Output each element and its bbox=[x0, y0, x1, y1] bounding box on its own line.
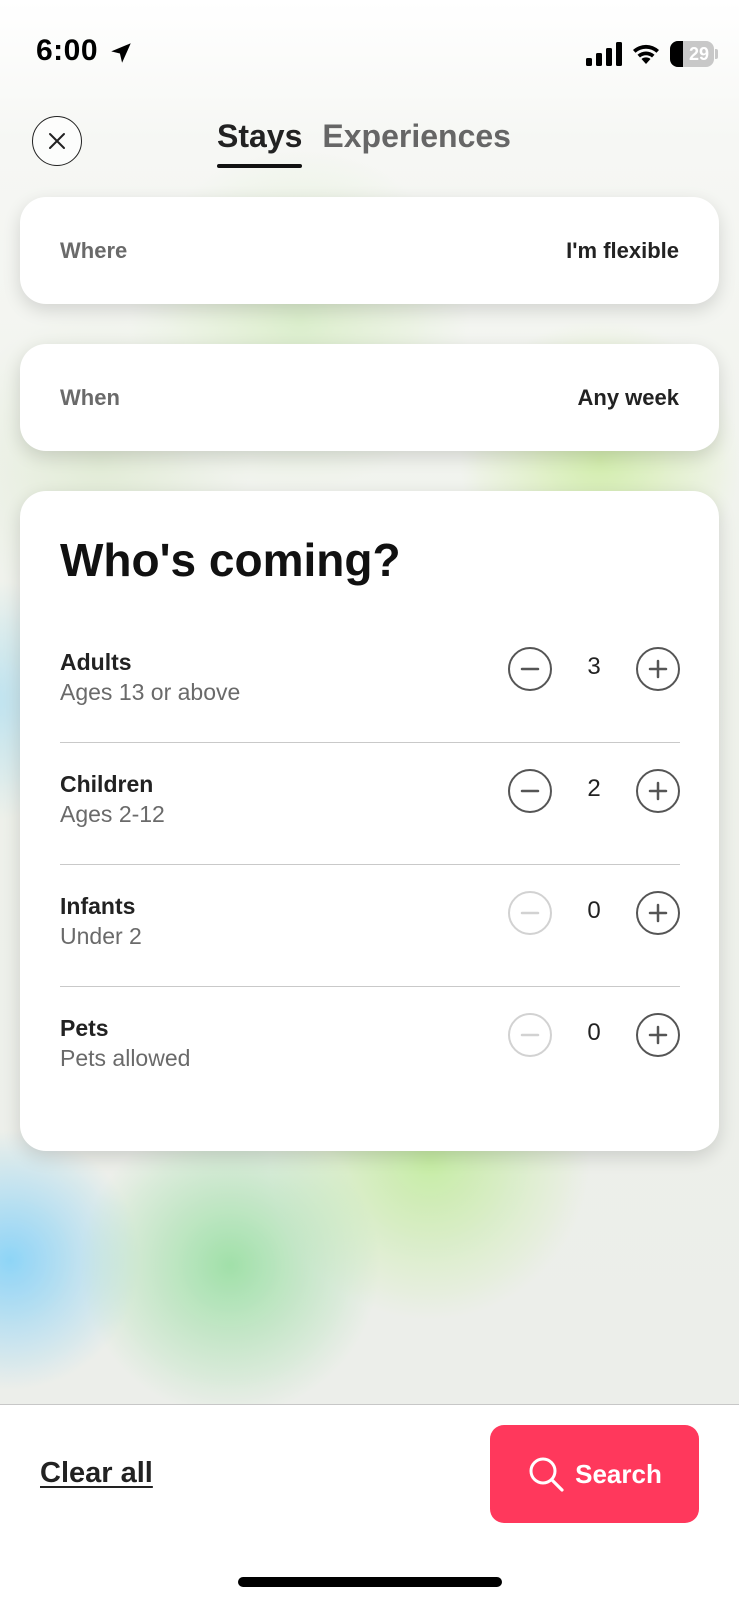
adults-stepper: 3 bbox=[508, 647, 680, 693]
pets-count: 0 bbox=[587, 1019, 601, 1046]
adults-count: 3 bbox=[587, 653, 601, 680]
pets-decrease-button[interactable] bbox=[508, 1013, 552, 1057]
guest-type-description: Pets allowed bbox=[60, 1045, 191, 1071]
adults-increase-button[interactable] bbox=[636, 647, 680, 691]
where-card[interactable]: Where I'm flexible bbox=[20, 197, 719, 304]
guest-type-label: Children bbox=[60, 771, 154, 797]
battery-percent: 29 bbox=[688, 44, 709, 64]
battery-indicator: 29 bbox=[670, 41, 718, 67]
plus-icon bbox=[648, 903, 668, 923]
guest-type-label: Infants bbox=[60, 893, 136, 919]
footer-bar: Clear all Search bbox=[0, 1404, 739, 1600]
adults-decrease-button[interactable] bbox=[508, 647, 552, 691]
guest-row-infants: Infants Under 2 0 bbox=[60, 865, 680, 987]
infants-stepper: 0 bbox=[508, 891, 680, 937]
children-decrease-button[interactable] bbox=[508, 769, 552, 813]
battery-cap bbox=[715, 49, 718, 59]
close-button[interactable] bbox=[32, 116, 82, 166]
cellular-signal-icon bbox=[586, 42, 622, 66]
where-value: I'm flexible bbox=[566, 237, 679, 263]
guests-card: Who's coming? Adults Ages 13 or above 3 … bbox=[20, 491, 719, 1151]
infants-decrease-button[interactable] bbox=[508, 891, 552, 935]
plus-icon bbox=[648, 1025, 668, 1045]
clear-all-link[interactable]: Clear all bbox=[40, 1457, 153, 1490]
pets-stepper: 0 bbox=[508, 1013, 680, 1059]
when-value: Any week bbox=[577, 384, 680, 410]
infants-count: 0 bbox=[587, 897, 601, 924]
search-button[interactable]: Search bbox=[490, 1425, 699, 1523]
search-icon bbox=[529, 1457, 564, 1492]
tab-stays[interactable]: Stays bbox=[217, 118, 303, 168]
pets-increase-button[interactable] bbox=[636, 1013, 680, 1057]
tab-experiences[interactable]: Experiences bbox=[322, 118, 511, 168]
guest-type-description: Ages 2-12 bbox=[60, 801, 165, 827]
home-indicator bbox=[238, 1577, 502, 1587]
minus-icon bbox=[520, 1033, 540, 1037]
when-label: When bbox=[60, 384, 120, 410]
wifi-icon bbox=[633, 44, 659, 64]
guests-title: Who's coming? bbox=[60, 534, 401, 586]
app-screen: 6:00 29 Stays Experiences Where I'm flex… bbox=[0, 0, 739, 1600]
plus-icon bbox=[648, 659, 668, 679]
children-stepper: 2 bbox=[508, 769, 680, 815]
minus-icon bbox=[520, 789, 540, 793]
guest-type-description: Under 2 bbox=[60, 923, 142, 949]
guest-row-children: Children Ages 2-12 2 bbox=[60, 743, 680, 865]
minus-icon bbox=[520, 911, 540, 915]
children-count: 2 bbox=[587, 775, 601, 802]
guest-row-pets: Pets Pets allowed 0 bbox=[60, 987, 680, 1109]
close-icon bbox=[49, 133, 65, 149]
guest-type-label: Adults bbox=[60, 649, 132, 675]
search-tabs: Stays Experiences bbox=[217, 118, 511, 168]
infants-increase-button[interactable] bbox=[636, 891, 680, 935]
location-arrow-icon bbox=[111, 43, 131, 63]
minus-icon bbox=[520, 667, 540, 671]
battery-body: 29 bbox=[670, 41, 714, 67]
when-card[interactable]: When Any week bbox=[20, 344, 719, 451]
status-time: 6:00 bbox=[36, 34, 99, 67]
plus-icon bbox=[648, 781, 668, 801]
guest-type-label: Pets bbox=[60, 1015, 109, 1041]
guest-type-description: Ages 13 or above bbox=[60, 679, 241, 705]
where-label: Where bbox=[60, 237, 128, 263]
search-button-label: Search bbox=[575, 1458, 662, 1489]
guest-row-adults: Adults Ages 13 or above 3 bbox=[60, 621, 680, 743]
children-increase-button[interactable] bbox=[636, 769, 680, 813]
status-bar: 6:00 29 bbox=[0, 0, 739, 100]
